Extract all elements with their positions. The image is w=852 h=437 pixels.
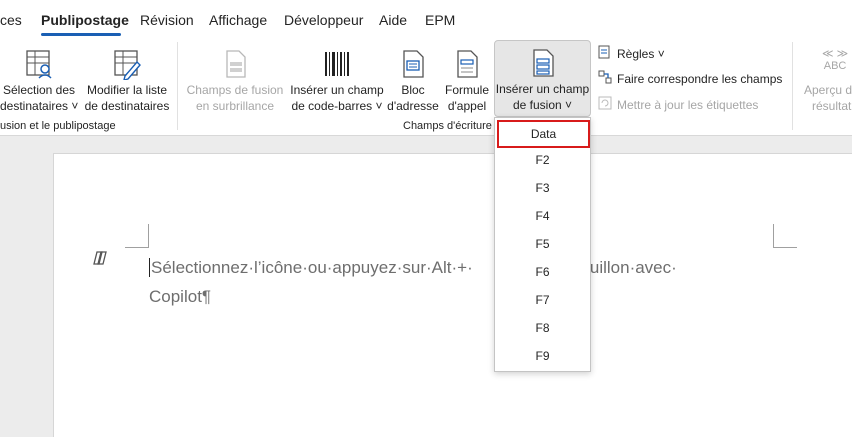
ribbon-tab-strip: ces Publipostage Révision Affichage Déve… — [0, 0, 852, 38]
group-separator — [177, 42, 178, 130]
rules-label: Règles ˅ — [617, 46, 665, 61]
merge-field-item-data[interactable]: Data — [497, 120, 590, 148]
greeting-line-icon — [451, 48, 483, 84]
group-label-write-insert: Champs d'écriture — [403, 120, 492, 132]
group-label-start-merge: usion et le publipostage — [0, 120, 116, 132]
match-fields-button[interactable]: Faire correspondre les champs — [598, 70, 782, 87]
group-separator — [792, 42, 793, 130]
copilot-prompt-line-2: Copilot¶ — [149, 287, 212, 306]
insert-barcode-field-label: Insérer un champ de code-barres ˅ — [290, 83, 384, 113]
preview-abc-icon: ≪ ≫ ABC — [822, 48, 849, 72]
preview-results-button[interactable]: ≪ ≫ ABC Aperçu d résultat — [800, 42, 852, 118]
copilot-prompt-text: Sélectionnez·l’icône·ou·appuyez·sur·Alt·… — [151, 258, 473, 277]
edit-recipient-list-button[interactable]: Modifier la liste de destinataires — [83, 42, 171, 118]
highlight-merge-fields-label: Champs de fusion en surbrillance — [186, 83, 284, 113]
rules-button[interactable]: Règles ˅ — [598, 45, 665, 62]
merge-field-item-f4[interactable]: F4 — [495, 202, 590, 230]
merge-field-item-f7[interactable]: F7 — [495, 286, 590, 314]
update-labels-button[interactable]: Mettre à jour les étiquettes — [598, 96, 758, 113]
match-fields-icon — [598, 70, 612, 87]
select-recipients-label: Sélection des destinataires ˅ — [0, 83, 79, 113]
document-body-text[interactable]: Sélectionnez·l’icône·ou·appuyez·sur·Alt·… — [149, 253, 769, 311]
copilot-icon[interactable] — [92, 249, 110, 272]
recipients-icon — [23, 48, 55, 84]
text-cursor — [149, 258, 150, 277]
rules-icon — [598, 45, 612, 62]
insert-merge-field-label: Insérer un champ de fusion ˅ — [495, 82, 590, 112]
tab-epm[interactable]: EPM — [425, 12, 455, 28]
edit-list-icon — [111, 48, 143, 84]
update-labels-label: Mettre à jour les étiquettes — [617, 97, 759, 112]
address-block-icon — [397, 48, 429, 84]
barcode-icon — [321, 48, 353, 84]
merge-field-icon — [527, 47, 559, 83]
active-tab-indicator — [41, 33, 121, 36]
tab-developer[interactable]: Développeur — [284, 12, 363, 28]
greeting-line-label: Formule d'appel — [444, 83, 489, 113]
match-fields-label: Faire correspondre les champs — [617, 71, 783, 86]
tab-review[interactable]: Révision — [140, 12, 194, 28]
tab-view[interactable]: Affichage — [209, 12, 267, 28]
preview-results-label: Aperçu d résultat — [804, 83, 852, 113]
select-recipients-button[interactable]: Sélection des destinataires ˅ — [0, 42, 78, 118]
tab-references[interactable]: ces — [0, 12, 22, 28]
merge-field-item-f6[interactable]: F6 — [495, 258, 590, 286]
merge-field-item-f9[interactable]: F9 — [495, 342, 590, 370]
margin-corner-left — [125, 224, 149, 248]
margin-corner-right — [773, 224, 797, 248]
copilot-prompt-line: Sélectionnez·l’icône·ou·appuyez·sur·Alt·… — [149, 253, 769, 282]
merge-field-item-f3[interactable]: F3 — [495, 174, 590, 202]
address-block-label: Bloc d'adresse — [387, 83, 439, 113]
merge-field-item-f8[interactable]: F8 — [495, 314, 590, 342]
address-block-button[interactable]: Bloc d'adresse — [387, 42, 439, 118]
tab-help[interactable]: Aide — [379, 12, 407, 28]
highlight-fields-icon — [219, 48, 251, 84]
ribbon: Sélection des destinataires ˅ Modifier l… — [0, 38, 852, 136]
update-labels-icon — [598, 96, 612, 113]
merge-field-item-f2[interactable]: F2 — [495, 146, 590, 174]
insert-merge-field-button[interactable]: Insérer un champ de fusion ˅ — [494, 40, 591, 117]
merge-field-dropdown: Data F2 F3 F4 F5 F6 F7 F8 F9 — [494, 117, 591, 372]
merge-field-item-f5[interactable]: F5 — [495, 230, 590, 258]
edit-recipient-list-label: Modifier la liste de destinataires — [84, 83, 170, 113]
tab-mailings[interactable]: Publipostage — [41, 12, 129, 28]
highlight-merge-fields-button[interactable]: Champs de fusion en surbrillance — [184, 42, 286, 118]
greeting-line-button[interactable]: Formule d'appel — [441, 42, 493, 118]
insert-barcode-field-button[interactable]: Insérer un champ de code-barres ˅ — [289, 42, 385, 118]
